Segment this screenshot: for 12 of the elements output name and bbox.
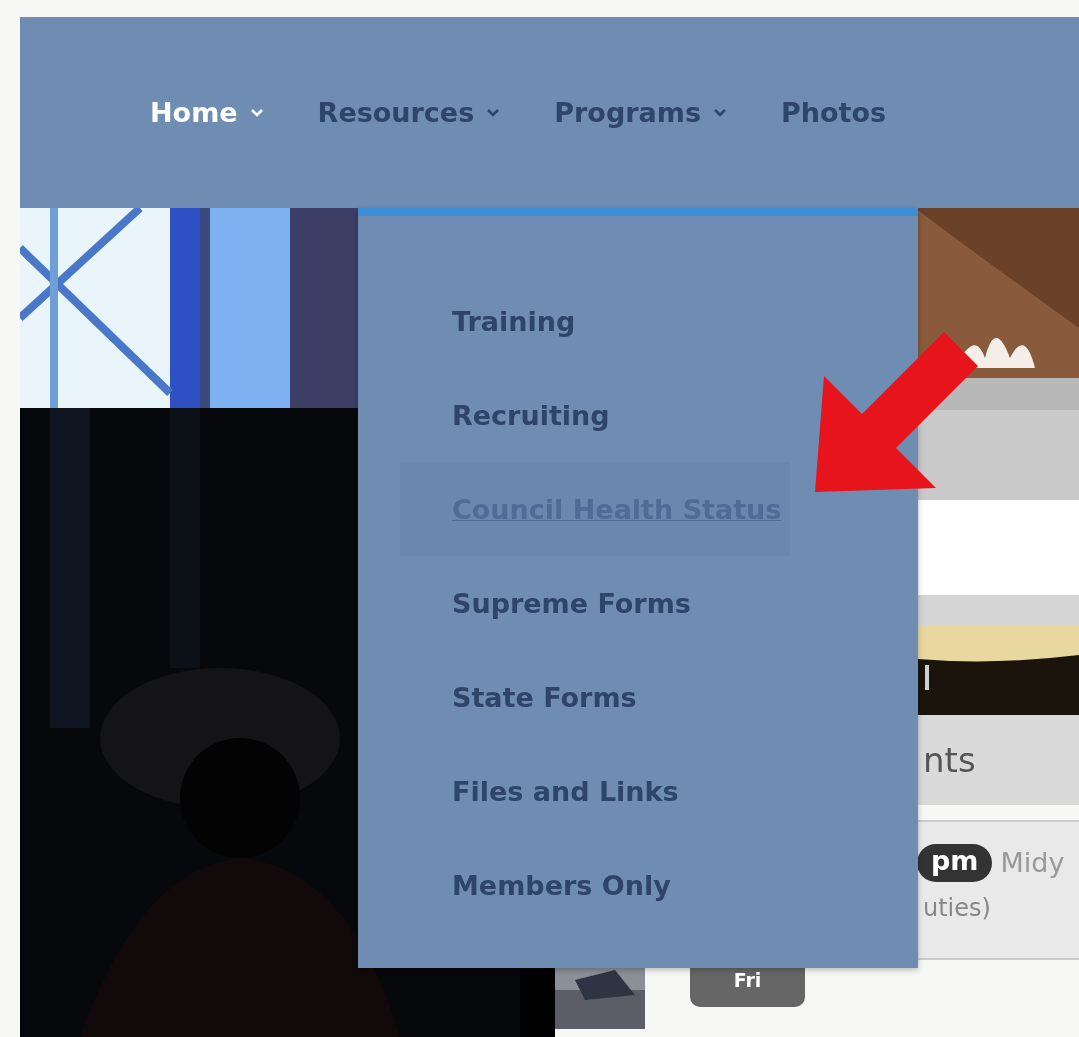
menu-item[interactable]: Training <box>400 274 586 368</box>
chevron-down-icon <box>486 107 501 118</box>
event-title: Midy <box>1000 847 1065 879</box>
time-badge: pm <box>917 844 993 882</box>
nav-link[interactable]: Home <box>150 97 264 128</box>
nav-link[interactable]: Programs <box>554 97 727 128</box>
chevron-down-icon <box>713 107 727 118</box>
section-heading: nts <box>923 740 976 780</box>
nav-link[interactable]: Resources <box>317 97 501 128</box>
chevron-down-icon <box>249 107 264 118</box>
nav-link[interactable]: Photos <box>781 97 887 128</box>
event-detail: uties) <box>922 893 992 922</box>
